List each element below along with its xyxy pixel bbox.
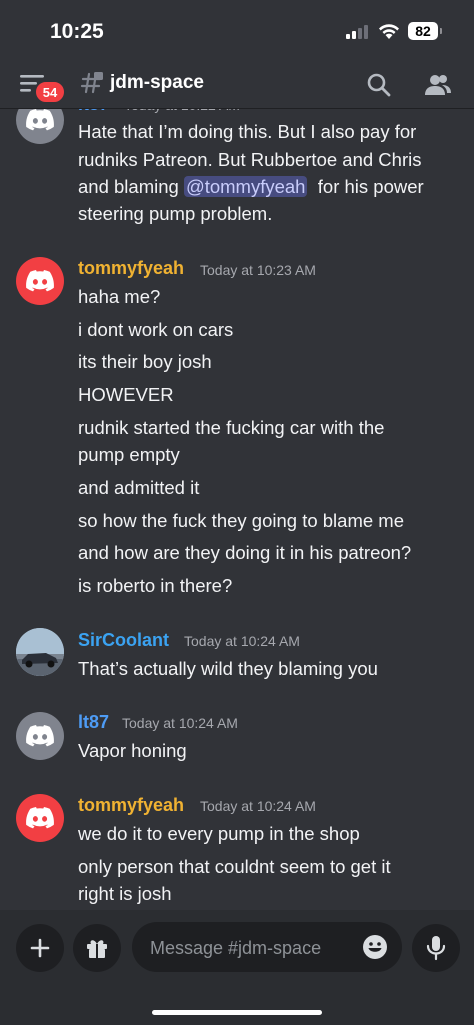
message-line: rudnik started the fucking car with the <box>78 417 385 438</box>
members-icon[interactable] <box>424 72 452 98</box>
message-line: we do it to every pump in the shop <box>78 823 360 844</box>
status-time: 10:25 <box>50 20 104 43</box>
gift-icon <box>87 940 107 958</box>
message-line: i dont work on cars <box>78 319 234 340</box>
avatar-tommyfyeah[interactable] <box>16 794 64 842</box>
plus-icon <box>30 938 50 958</box>
user-mention[interactable]: @tommyfyeah <box>183 176 308 197</box>
locked-channel-hash-icon <box>80 72 103 94</box>
wifi-icon <box>379 24 399 39</box>
message-input[interactable] <box>148 922 352 974</box>
gift-button[interactable] <box>73 924 121 972</box>
message-author[interactable]: tommyfyeah <box>78 258 184 279</box>
message-line: Vapor honing <box>78 740 187 761</box>
cellular-signal-icon <box>346 25 368 39</box>
message-author[interactable]: lt87 <box>78 712 109 733</box>
message-line: That’s actually wild they blaming you <box>78 658 378 679</box>
discord-logo-icon <box>26 725 54 747</box>
message-line: is roberto in there? <box>78 575 233 596</box>
message-text: for his power <box>307 176 424 197</box>
home-indicator <box>152 1010 322 1015</box>
message-line: only person that couldnt seem to get it <box>78 856 391 877</box>
message-line: and admitted it <box>78 477 200 498</box>
message-composer <box>0 910 474 1025</box>
channel-name[interactable]: jdm-space <box>110 72 204 94</box>
message-timestamp: Today at 10:24 AM <box>184 633 300 649</box>
discord-logo-icon <box>26 270 54 292</box>
message-line: pump empty <box>78 444 180 465</box>
message-timestamp: Today at 10:23 AM <box>200 262 316 278</box>
message-line: rudniks Patreon. But Rubbertoe and Chris <box>78 149 422 170</box>
message-author[interactable]: SirCoolant <box>78 630 169 651</box>
message-line: haha me? <box>78 286 161 307</box>
message-line: and blaming @tommyfyeah for his power <box>78 176 424 198</box>
discord-logo-icon <box>26 807 54 829</box>
message-line: so how the fuck they going to blame me <box>78 510 404 531</box>
microphone-icon <box>426 936 446 961</box>
unread-badge: 54 <box>34 80 66 104</box>
battery-indicator: 82 <box>408 22 442 40</box>
message-text: and blaming <box>78 176 184 197</box>
message-input-container[interactable] <box>132 922 402 974</box>
message-list[interactable]: lt87 Today at 10:22 AM Hate that I’m doi… <box>0 0 474 910</box>
message-timestamp: Today at 10:24 AM <box>200 798 316 814</box>
search-icon[interactable] <box>366 72 392 98</box>
message-line: Hate that I’m doing this. But I also pay… <box>78 121 417 142</box>
message-line: steering pump problem. <box>78 203 273 224</box>
status-bar: 10:25 82 <box>0 0 474 62</box>
avatar-sircoolant[interactable] <box>16 628 64 676</box>
message-timestamp: Today at 10:24 AM <box>122 715 238 731</box>
channel-header: 54 jdm-space <box>0 62 474 109</box>
avatar-lt87[interactable] <box>16 712 64 760</box>
emoji-icon[interactable] <box>362 934 388 960</box>
car-photo-avatar <box>16 628 64 676</box>
message-line: its their boy josh <box>78 351 212 372</box>
voice-message-button[interactable] <box>412 924 460 972</box>
message-line: and how are they doing it in his patreon… <box>78 542 412 563</box>
message-author[interactable]: tommyfyeah <box>78 795 184 816</box>
add-attachment-button[interactable] <box>16 924 64 972</box>
discord-logo-icon <box>26 109 54 131</box>
message-line: right is josh <box>78 883 172 904</box>
message-line: HOWEVER <box>78 384 174 405</box>
avatar-tommyfyeah[interactable] <box>16 257 64 305</box>
